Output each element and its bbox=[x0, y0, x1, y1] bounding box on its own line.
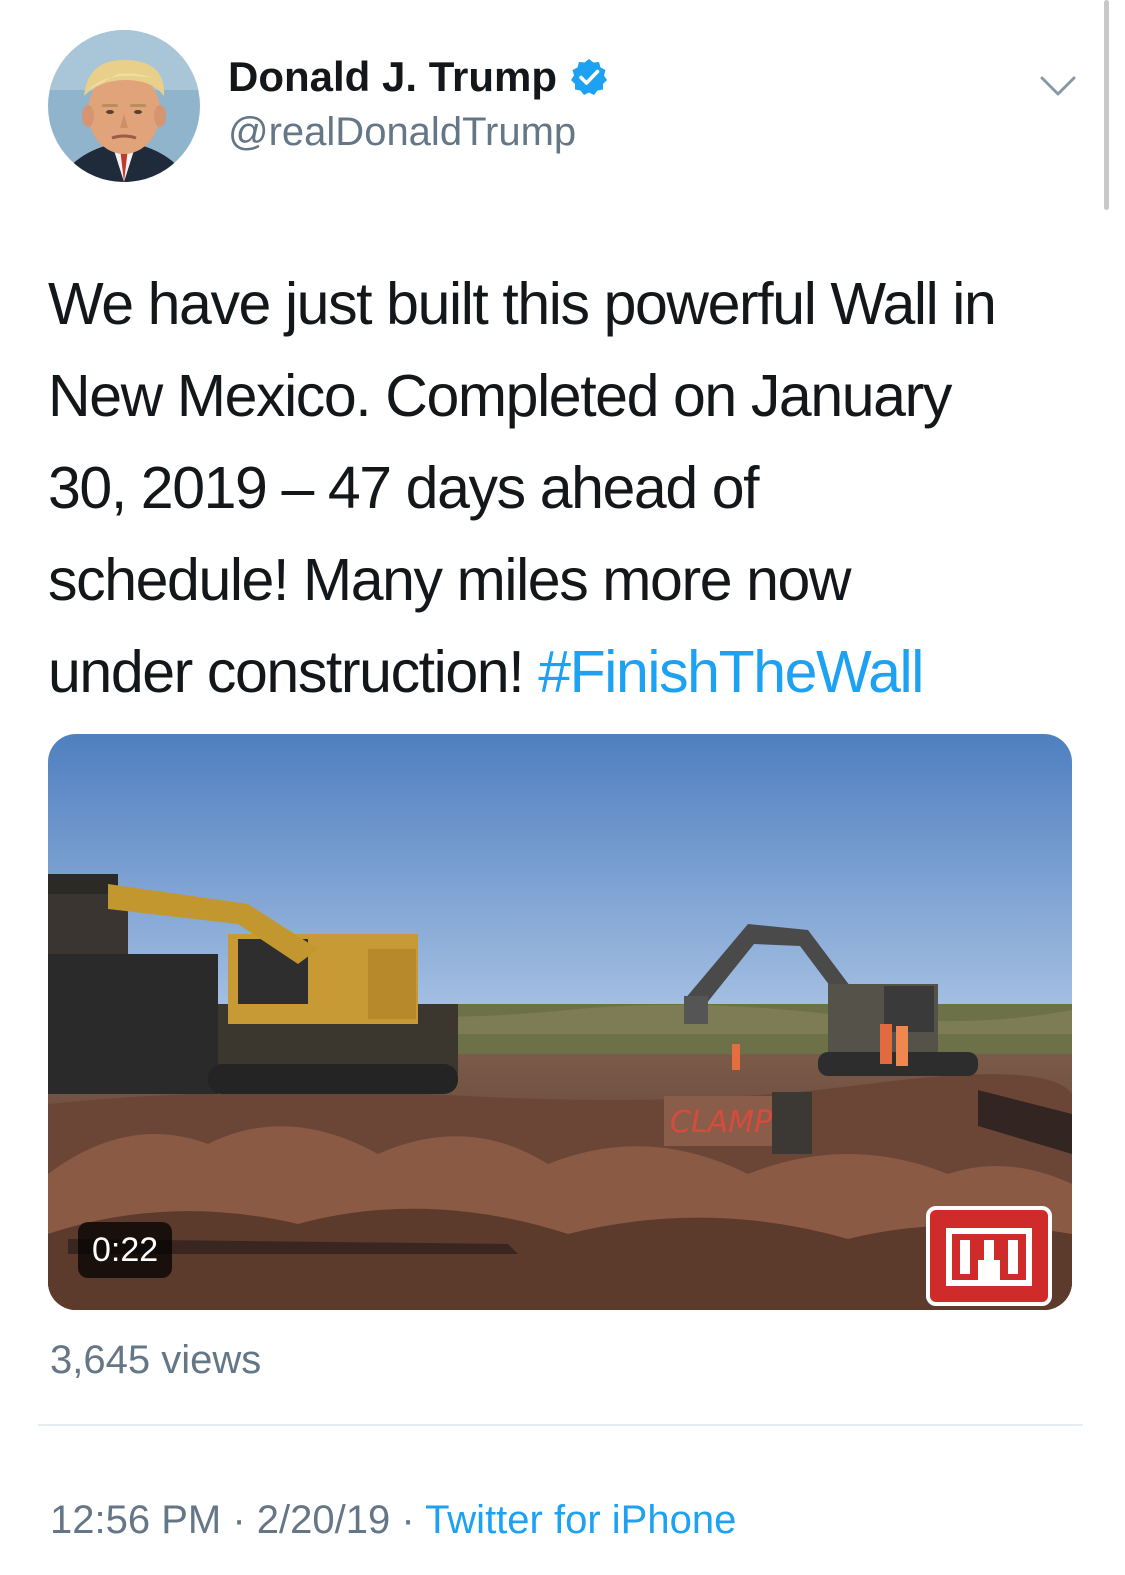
view-count: 3,645 views bbox=[50, 1338, 262, 1382]
tweet-line: New Mexico. Completed on January bbox=[48, 363, 952, 429]
hashtag-link[interactable]: #FinishTheWall bbox=[538, 639, 924, 705]
divider bbox=[38, 1424, 1083, 1426]
tweet-date[interactable]: 2/20/19 bbox=[257, 1498, 390, 1542]
tweet-meta: 12:56 PM · 2/20/19 · Twitter for iPhone bbox=[50, 1498, 736, 1543]
tweet-line: We have just built this powerful Wall in bbox=[48, 271, 997, 337]
tweet-line: schedule! Many miles more now bbox=[48, 547, 852, 613]
display-name[interactable]: Donald J. Trump bbox=[228, 53, 557, 101]
verified-badge-icon bbox=[571, 59, 608, 95]
tweet-line: 30, 2019 – 47 days ahead of bbox=[48, 455, 760, 521]
video-thumbnail: CLAMP bbox=[48, 734, 1072, 1310]
user-block: Donald J. Trump @realDonaldTrump bbox=[228, 50, 609, 155]
meta-separator: · bbox=[221, 1498, 257, 1542]
meta-separator: · bbox=[390, 1498, 426, 1542]
video-duration-badge: 0:22 bbox=[78, 1222, 173, 1278]
user-handle[interactable]: @realDonaldTrump bbox=[228, 110, 609, 155]
tweet-time[interactable]: 12:56 PM bbox=[50, 1498, 221, 1542]
video-player[interactable]: CLAMP bbox=[48, 734, 1072, 1310]
tweet-source-link[interactable]: Twitter for iPhone bbox=[425, 1498, 736, 1542]
scroll-indicator[interactable] bbox=[1104, 0, 1109, 210]
svg-text:CLAMP: CLAMP bbox=[670, 1105, 773, 1140]
avatar[interactable] bbox=[48, 30, 200, 182]
tweet-text: We have just built this powerful Wall in… bbox=[48, 258, 1088, 718]
tweet: Donald J. Trump @realDonaldTrump We have… bbox=[0, 0, 1125, 1575]
chevron-down-icon[interactable] bbox=[1038, 68, 1078, 104]
tweet-line: under construction! bbox=[48, 639, 539, 705]
name-row: Donald J. Trump bbox=[228, 50, 609, 104]
